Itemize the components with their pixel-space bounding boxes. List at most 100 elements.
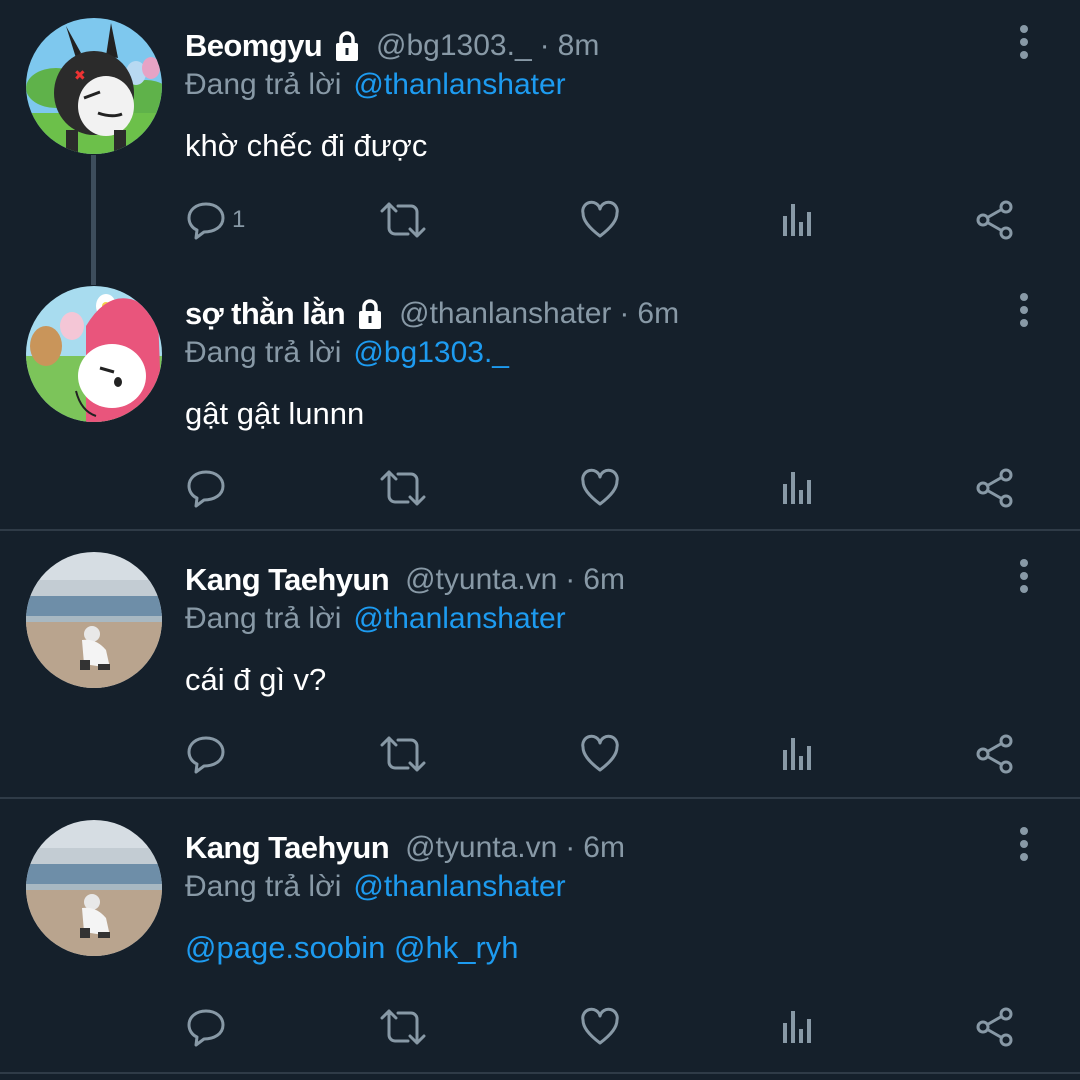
retweet-icon <box>380 468 426 508</box>
more-icon[interactable] <box>1012 24 1036 60</box>
tweet-divider <box>0 529 1080 531</box>
like-icon <box>580 200 620 240</box>
avatar[interactable] <box>26 286 162 422</box>
share-button[interactable] <box>975 1002 1015 1052</box>
share-button[interactable] <box>975 463 1015 513</box>
replying-to-label: Đang trả lời <box>185 336 342 369</box>
lock-icon <box>330 29 364 63</box>
timestamp[interactable]: 6m <box>583 831 625 865</box>
like-icon <box>580 1007 620 1047</box>
tweet-divider <box>0 797 1080 799</box>
replying-to-mention[interactable]: @thanlanshater <box>353 68 565 102</box>
user-handle[interactable]: @tyunta.vn <box>405 563 557 597</box>
separator: · <box>619 297 630 330</box>
display-name[interactable]: Kang Taehyun <box>185 562 390 598</box>
reply-button[interactable]: 1 <box>186 195 245 245</box>
share-button[interactable] <box>975 195 1015 245</box>
tweet-text: khờ chếc đi được <box>185 128 428 163</box>
like-icon <box>580 734 620 774</box>
replying-to: Đang trả lời @thanlanshater <box>185 599 566 639</box>
analytics-button[interactable] <box>779 1002 819 1052</box>
svg-text:✖: ✖ <box>74 68 86 84</box>
analytics-icon <box>779 468 819 508</box>
tweet-header: sợ thằn lằn @thanlanshater · 6m <box>185 292 679 336</box>
tweet-header: Beomgyu @bg1303._ · 8m <box>185 24 599 68</box>
replying-to-label: Đang trả lời <box>185 68 342 101</box>
more-icon[interactable] <box>1012 558 1036 594</box>
retweet-button[interactable] <box>380 195 426 245</box>
replying-to: Đang trả lời @bg1303._ <box>185 333 509 373</box>
tweet[interactable]: Kang Taehyun @tyunta.vn · 6m Đang trả lờ… <box>0 802 1080 1072</box>
tweet-divider <box>0 1072 1080 1074</box>
replying-to: Đang trả lời @thanlanshater <box>185 867 566 907</box>
display-name[interactable]: sợ thằn lằn <box>185 296 346 332</box>
user-handle[interactable]: @bg1303._ <box>376 29 532 63</box>
tweet-header: Kang Taehyun @tyunta.vn · 6m <box>185 826 625 870</box>
reply-button[interactable] <box>186 729 232 779</box>
retweet-button[interactable] <box>380 1002 426 1052</box>
replying-to-mention[interactable]: @thanlanshater <box>353 870 565 904</box>
lock-icon <box>353 297 387 331</box>
like-button[interactable] <box>580 1002 620 1052</box>
tweet-text: gật gật lunnn <box>185 396 365 431</box>
avatar[interactable] <box>26 820 162 956</box>
share-icon <box>975 468 1015 508</box>
reply-count: 1 <box>232 206 246 233</box>
share-button[interactable] <box>975 729 1015 779</box>
display-name[interactable]: Beomgyu <box>185 28 323 64</box>
analytics-button[interactable] <box>779 729 819 779</box>
timestamp[interactable]: 6m <box>583 563 625 597</box>
retweet-button[interactable] <box>380 729 426 779</box>
share-icon <box>975 1007 1015 1047</box>
reply-icon <box>186 200 226 240</box>
reply-button[interactable] <box>186 463 232 513</box>
tweet-actions <box>0 463 1080 513</box>
tweet[interactable]: Kang Taehyun @tyunta.vn · 6m Đang trả lờ… <box>0 534 1080 796</box>
avatar[interactable]: ✖ <box>26 18 162 154</box>
like-button[interactable] <box>580 463 620 513</box>
retweet-icon <box>380 1007 426 1047</box>
reply-icon <box>186 1007 226 1047</box>
separator: · <box>565 563 576 596</box>
tweet-actions <box>0 1002 1080 1052</box>
analytics-button[interactable] <box>779 195 819 245</box>
analytics-icon <box>779 200 819 240</box>
like-button[interactable] <box>580 729 620 779</box>
tweet-mention[interactable]: @page.soobin <box>185 930 385 965</box>
avatar[interactable] <box>26 552 162 688</box>
replying-to-label: Đang trả lời <box>185 870 342 903</box>
share-icon <box>975 200 1015 240</box>
tweet-header: Kang Taehyun @tyunta.vn · 6m <box>185 558 625 602</box>
timestamp[interactable]: 6m <box>637 297 679 331</box>
reply-icon <box>186 468 226 508</box>
user-handle[interactable]: @thanlanshater <box>399 297 611 331</box>
display-name[interactable]: Kang Taehyun <box>185 830 390 866</box>
tweet-actions <box>0 729 1080 779</box>
reply-button[interactable] <box>186 1002 232 1052</box>
more-icon[interactable] <box>1012 292 1036 328</box>
analytics-button[interactable] <box>779 463 819 513</box>
share-icon <box>975 734 1015 774</box>
more-icon[interactable] <box>1012 826 1036 862</box>
analytics-icon <box>779 1007 819 1047</box>
replying-to-mention[interactable]: @bg1303._ <box>353 336 509 370</box>
replying-to-mention[interactable]: @thanlanshater <box>353 602 565 636</box>
like-button[interactable] <box>580 195 620 245</box>
analytics-icon <box>779 734 819 774</box>
tweet[interactable]: ✖ Beomgyu @bg1303._ · 8m Đang trả lời @t… <box>0 0 1080 285</box>
replying-to: Đang trả lời @thanlanshater <box>185 65 566 105</box>
tweet-actions: 1 <box>0 195 1080 245</box>
tweet-text: @page.soobin @hk_ryh <box>185 930 519 966</box>
like-icon <box>580 468 620 508</box>
replying-to-label: Đang trả lời <box>185 602 342 635</box>
user-handle[interactable]: @tyunta.vn <box>405 831 557 865</box>
tweet-mention[interactable]: @hk_ryh <box>394 930 519 965</box>
retweet-button[interactable] <box>380 463 426 513</box>
retweet-icon <box>380 200 426 240</box>
separator: · <box>565 831 576 864</box>
separator: · <box>539 29 550 62</box>
reply-icon <box>186 734 226 774</box>
tweet-text: cái đ gì v? <box>185 662 327 697</box>
tweet[interactable]: sợ thằn lằn @thanlanshater · 6m Đang trả… <box>0 268 1080 530</box>
timestamp[interactable]: 8m <box>558 29 600 63</box>
